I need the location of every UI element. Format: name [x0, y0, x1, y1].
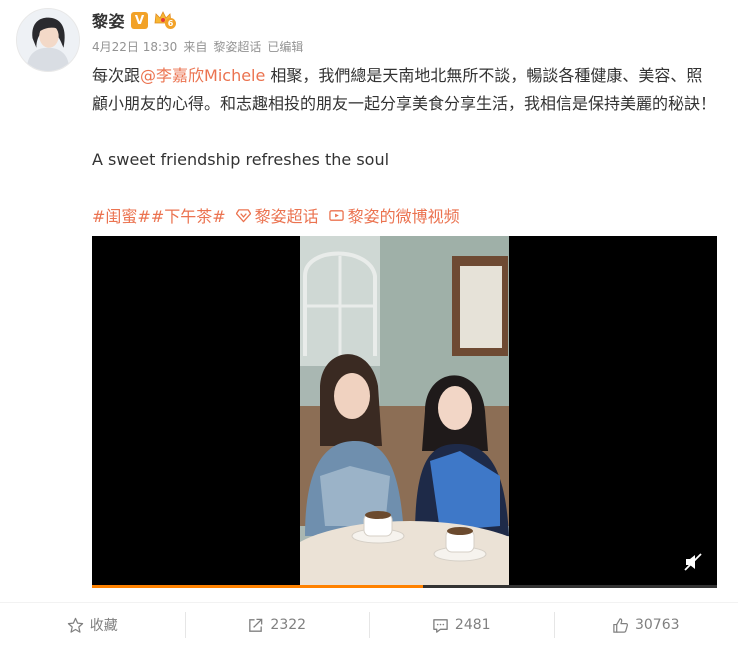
- favorite-label: 收藏: [89, 618, 118, 634]
- comment-count: 2481: [454, 617, 491, 633]
- tag-2[interactable]: #下午茶#: [151, 207, 226, 226]
- post-text-english: A sweet friendship refreshes the soul: [92, 150, 390, 169]
- avatar[interactable]: [16, 8, 80, 72]
- repost-count: 2322: [270, 617, 307, 633]
- user-name-row: 黎姿 V 6: [92, 8, 177, 32]
- like-button[interactable]: 30763: [553, 603, 738, 647]
- diamond-icon: [235, 208, 251, 222]
- video-frame[interactable]: [300, 236, 509, 588]
- video-progress-bar[interactable]: [92, 585, 717, 588]
- post-source-link[interactable]: 黎姿超话: [213, 38, 261, 55]
- tag-link[interactable]: #闺蜜##下午茶#: [92, 203, 226, 227]
- source-prefix: 来自: [183, 40, 208, 54]
- favorite-button[interactable]: 收藏: [0, 603, 185, 647]
- user-name[interactable]: 黎姿: [92, 8, 125, 32]
- verified-icon[interactable]: V: [131, 11, 149, 29]
- video-icon: [328, 209, 344, 221]
- repost-button[interactable]: 2322: [184, 603, 370, 647]
- comment-icon: [433, 618, 448, 633]
- star-icon: [67, 617, 83, 633]
- post-time[interactable]: 4月22日 18:30: [92, 38, 177, 55]
- video-progress-fill: [92, 585, 424, 588]
- post-text: 每次跟@李嘉欣Michele 相聚，我們總是天南地北無所不談，暢談各種健康、美容…: [92, 62, 716, 118]
- supertopic-link[interactable]: 黎姿超话: [235, 203, 319, 227]
- video-player[interactable]: [92, 236, 717, 588]
- share-icon: [249, 618, 263, 632]
- edited-label[interactable]: 已编辑: [267, 38, 303, 55]
- topic-tags: #闺蜜##下午茶# 黎姿超话 黎姿的微博视频: [92, 203, 460, 227]
- tag-1[interactable]: #闺蜜#: [92, 207, 151, 226]
- supertopic-label: 黎姿超话: [254, 207, 319, 226]
- post-text-part1: 每次跟: [92, 66, 141, 85]
- vip-crown-icon[interactable]: 6: [154, 11, 177, 29]
- thumbs-up-icon: [613, 617, 628, 633]
- video-source-link[interactable]: 黎姿的微博视频: [328, 203, 460, 227]
- like-count: 30763: [634, 617, 680, 633]
- post-meta: 4月22日 18:30 来自 黎姿超话 已编辑: [92, 38, 303, 55]
- comment-button[interactable]: 2481: [369, 603, 554, 647]
- vip-level: 6: [165, 18, 177, 29]
- mention-link[interactable]: @李嘉欣Michele: [140, 66, 265, 85]
- video-source-label: 黎姿的微博视频: [347, 207, 460, 226]
- action-bar: 收藏 2322 2481 30763: [0, 603, 738, 647]
- mute-icon[interactable]: [683, 552, 703, 572]
